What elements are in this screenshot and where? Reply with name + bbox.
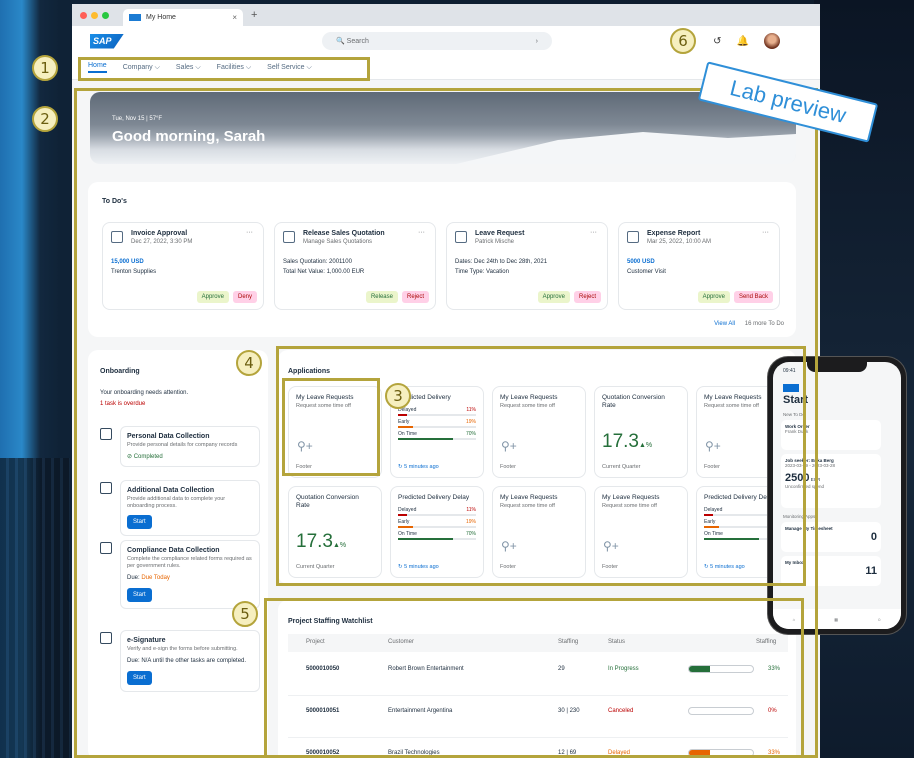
annotation-number-1: 1 bbox=[32, 55, 58, 81]
shell-actions: ↺ 🔔 bbox=[713, 33, 780, 49]
annotation-number-4: 4 bbox=[236, 350, 262, 376]
annotation-outline-5 bbox=[264, 598, 804, 758]
browser-tabbar: My Home × + bbox=[72, 4, 820, 26]
sap-logo[interactable]: SAP bbox=[90, 33, 124, 49]
minimize-window-dot[interactable] bbox=[91, 11, 98, 19]
mobile-tasks-icon[interactable]: ▦ bbox=[834, 617, 838, 622]
new-tab-button[interactable]: + bbox=[251, 9, 257, 21]
history-icon[interactable]: ↺ bbox=[713, 36, 721, 47]
annotation-outline-4 bbox=[276, 346, 806, 586]
annotation-number-6: 6 bbox=[670, 28, 696, 54]
browser-tab[interactable]: My Home × bbox=[123, 9, 243, 26]
search-input[interactable]: 🔍 Search › bbox=[322, 32, 552, 50]
shell-bar: SAP 🔍 Search › ↺ 🔔 bbox=[72, 26, 820, 56]
close-window-dot[interactable] bbox=[80, 11, 87, 19]
annotation-number-3: 3 bbox=[385, 383, 411, 409]
search-placeholder: Search bbox=[346, 37, 369, 45]
search-icon: 🔍 bbox=[336, 38, 347, 45]
mobile-profile-icon[interactable]: ☺ bbox=[877, 617, 881, 622]
annotation-number-2: 2 bbox=[32, 106, 58, 132]
browser-tab-title: My Home bbox=[146, 14, 176, 21]
city-backdrop bbox=[0, 458, 70, 758]
annotation-outline-1 bbox=[78, 57, 370, 81]
search-go-icon[interactable]: › bbox=[536, 38, 538, 45]
notification-bell-icon[interactable]: 🔔 bbox=[737, 36, 749, 47]
user-avatar[interactable] bbox=[764, 33, 780, 49]
annotation-number-5: 5 bbox=[232, 601, 258, 627]
zoom-window-dot[interactable] bbox=[102, 11, 109, 19]
sap-favicon-icon bbox=[129, 14, 141, 21]
tab-close-icon[interactable]: × bbox=[232, 13, 237, 22]
